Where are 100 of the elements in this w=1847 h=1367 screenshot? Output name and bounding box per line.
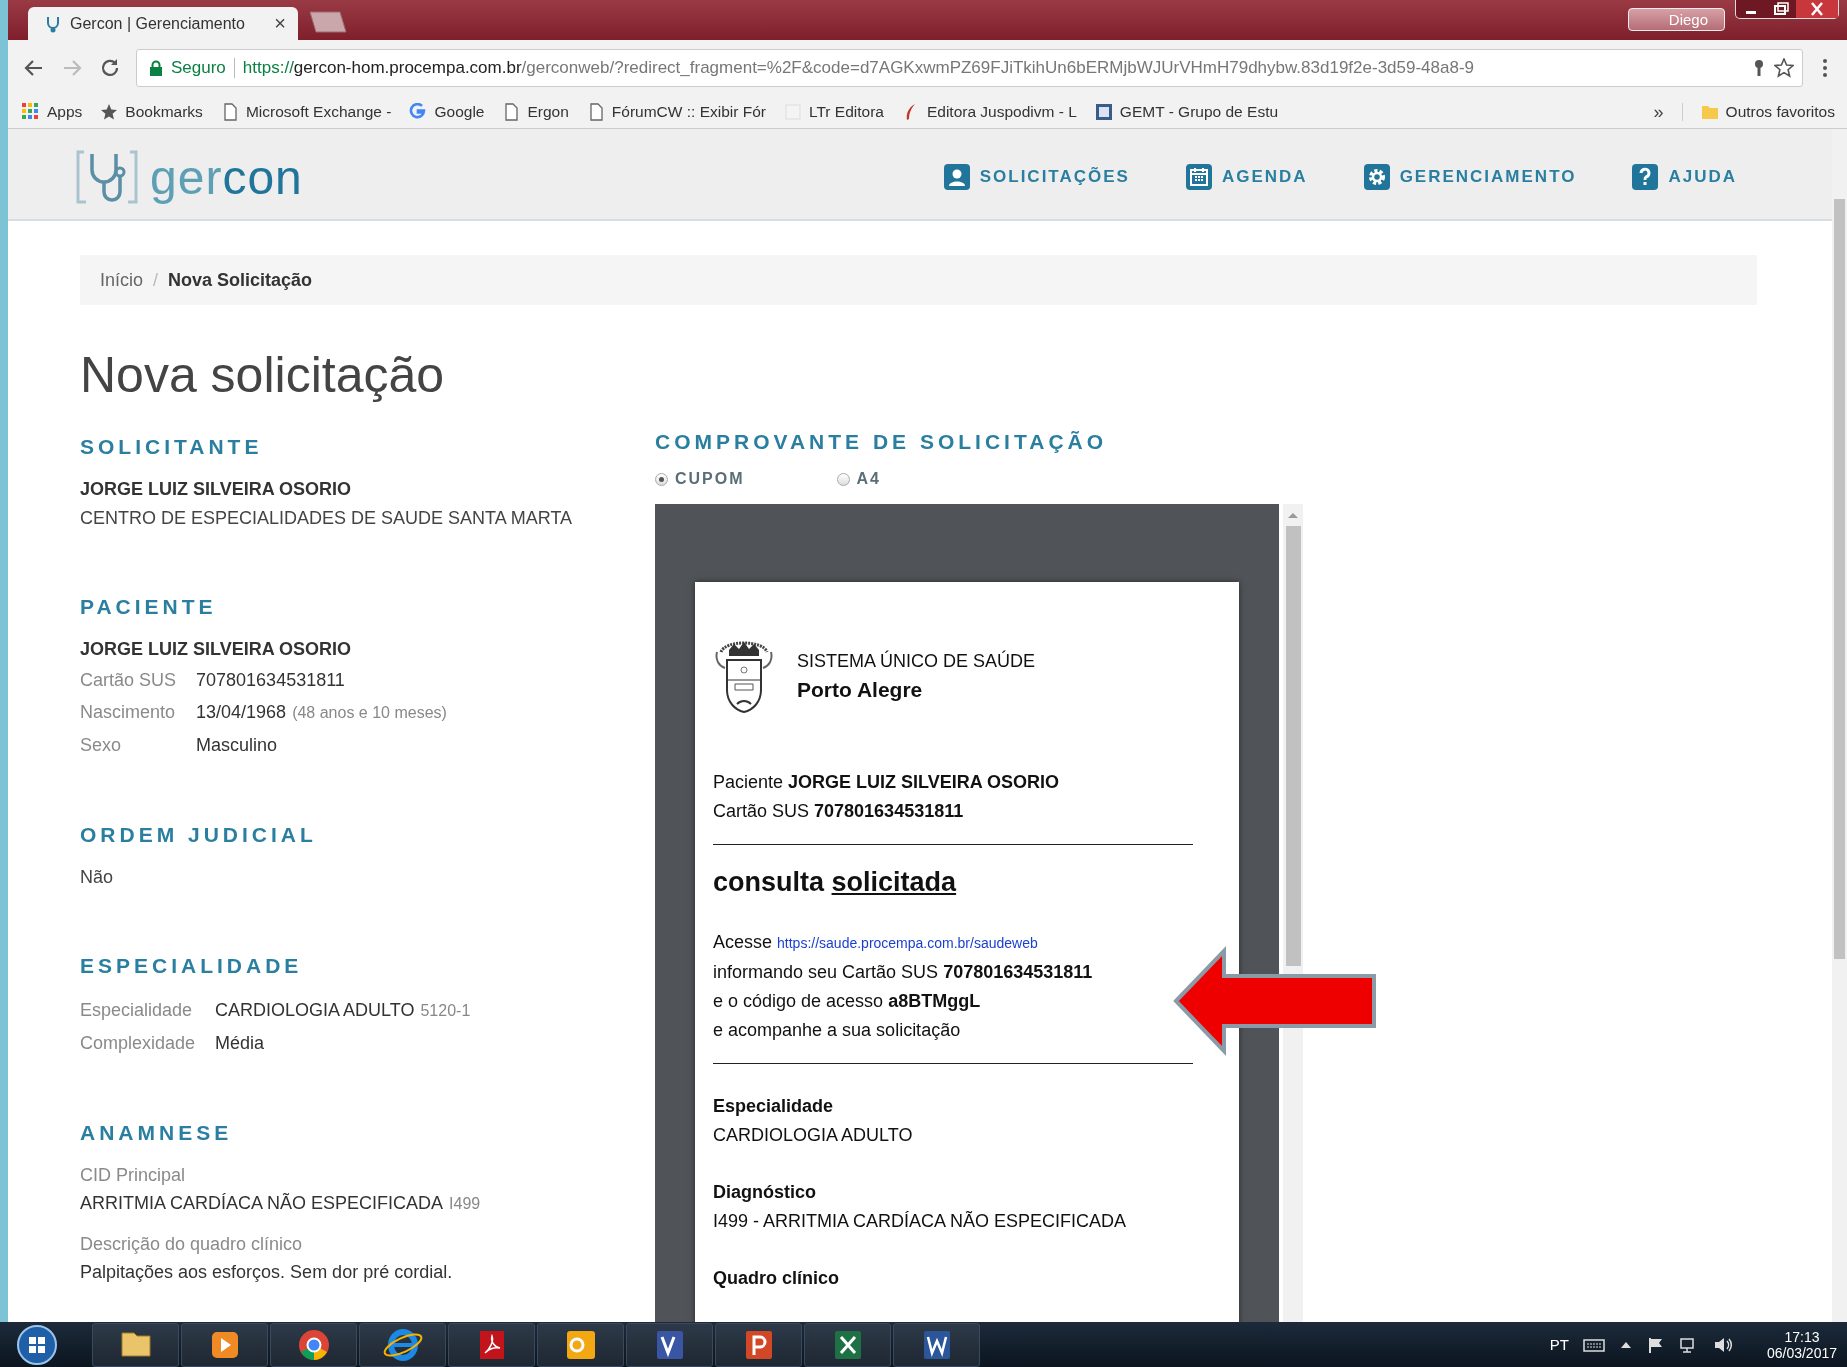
bookmark-item[interactable]: Google (409, 103, 485, 121)
field-value: 13/04/1968 (196, 702, 287, 722)
field-value: 707801634531811 (196, 670, 345, 690)
receipt-text: Cartão SUS 707801634531811 (713, 800, 965, 823)
bookmark-item[interactable]: Bookmarks (100, 103, 203, 121)
receipt-label: Diagnóstico (713, 1181, 817, 1204)
field-value: CARDIOLOGIA ADULTO (215, 1000, 415, 1020)
page-scrollbar[interactable] (1832, 129, 1847, 1322)
receipt-text: Acesse (713, 932, 773, 952)
field-label: Complexidade (80, 1032, 196, 1055)
field-note: 5120-1 (420, 1002, 471, 1019)
bookmark-item[interactable]: LTr Editora (784, 103, 884, 121)
folder-icon (1700, 103, 1719, 121)
section-heading: ORDEM JUDICIAL (80, 823, 318, 847)
logo-text[interactable]: gercon (150, 149, 303, 205)
keyboard-icon[interactable] (1582, 1336, 1605, 1353)
breadcrumb-separator: / (153, 269, 159, 291)
format-radio[interactable]: CUPOM (655, 470, 745, 488)
key-icon[interactable] (1752, 59, 1766, 77)
section-heading: ESPECIALIDADE (80, 954, 304, 978)
bookmark-item[interactable]: GEMT - Grupo de Estu (1094, 103, 1279, 121)
flag-icon[interactable] (1646, 1335, 1665, 1354)
bookmark-folder[interactable]: Outros favoritos (1700, 103, 1835, 121)
close-icon[interactable]: × (274, 12, 286, 35)
speaker-icon[interactable] (1712, 1335, 1733, 1354)
field-note: I499 (449, 1195, 481, 1212)
section-heading: COMPROVANTE DE SOLICITAÇÃO (655, 430, 1109, 454)
star-icon[interactable] (1774, 58, 1794, 78)
user-icon (943, 164, 970, 190)
field-label: CID Principal (80, 1164, 187, 1187)
apps-grid-icon (22, 103, 40, 121)
field-value: ARRITMIA CARDÍACA NÃO ESPECIFICADA (80, 1193, 444, 1213)
settings-icon (1363, 164, 1390, 190)
taskbar-button[interactable] (715, 1322, 802, 1367)
bookmark-item[interactable]: Apps (22, 103, 83, 121)
tab-title: Gercon | Gerenciamento (70, 14, 246, 33)
section-heading: ANAMNESE (80, 1121, 234, 1145)
clock-date[interactable]: 06/03/2017 (1766, 1344, 1837, 1361)
taskbar-button[interactable] (270, 1322, 357, 1367)
receipt-label: Quadro clínico (713, 1267, 841, 1290)
receipt-text: CARDIOLOGIA ADULTO (713, 1124, 914, 1147)
help-icon (1632, 164, 1659, 190)
field-label: Nascimento (80, 701, 177, 724)
info-text: JORGE LUIZ SILVEIRA OSORIO (80, 638, 353, 661)
field-label: Especialidade (80, 999, 194, 1022)
field-value: Masculino (196, 735, 278, 755)
taskbar-button[interactable] (181, 1322, 268, 1367)
site-icon (1094, 103, 1113, 121)
lock-icon (149, 60, 163, 76)
language-indicator[interactable]: PT (1549, 1336, 1569, 1353)
bookmark-item[interactable]: Editora Juspodivm - L (901, 103, 1077, 121)
clock-time[interactable]: 17:13 (1784, 1328, 1820, 1345)
field-label: Descrição do quadro clínico (80, 1233, 304, 1256)
field-value: Palpitações aos esforços. Sem dor pré cordial. (80, 1262, 453, 1282)
stethoscope-icon (44, 14, 62, 33)
section-heading: SOLICITANTE (80, 435, 264, 459)
taskbar-button[interactable] (537, 1322, 624, 1367)
receipt-text: e acompanhe a sua solicitação (713, 1019, 962, 1042)
receipt-label: Especialidade (713, 1095, 835, 1118)
info-text: CENTRO DE ESPECIALIDADES DE SAUDE SANTA MARTA (80, 507, 574, 530)
taskbar-button[interactable] (626, 1322, 713, 1367)
breadcrumb-link[interactable]: Início (100, 269, 144, 291)
calendar-icon (1185, 164, 1212, 190)
receipt-header: SISTEMA ÚNICO DE SAÚDE (797, 650, 1036, 672)
nav-link[interactable]: AJUDA (1632, 164, 1737, 190)
section-heading: PACIENTE (80, 595, 218, 619)
info-text: Não (80, 866, 115, 889)
google-icon (409, 103, 428, 121)
bookmark-item[interactable]: Microsoft Exchange - (220, 103, 392, 121)
page-icon (502, 103, 521, 121)
page-title: Nova solicitação (80, 346, 446, 405)
address-field[interactable]: Seguro https://gercon-hom.procempa.com.br/gerconweb/?redirect_fragment=%2F&code=d7AGKxwmPZ69FJiTkihUn6bERMjbWJUrVHmH79dhybw.83d19f2e-3d59-48a8-9 (136, 49, 1803, 87)
receipt-text: I499 - ARRITMIA CARDÍACA NÃO ESPECIFICADA (713, 1210, 1128, 1233)
receipt-text: Paciente JORGE LUIZ SILVEIRA OSORIO (713, 771, 1061, 794)
bookmark-item[interactable]: Ergon (502, 103, 569, 121)
secure-label: Seguro (171, 58, 226, 78)
receipt-text: informando seu Cartão SUS 707801634531811 (713, 961, 1094, 984)
field-value: Média (215, 1033, 265, 1053)
bookmark-item[interactable]: FórumCW :: Exibir Fór (586, 103, 766, 121)
breadcrumb-link[interactable]: Nova Solicitação (168, 269, 313, 291)
field-label: Cartão SUS (80, 669, 177, 692)
field-note: (48 anos e 10 meses) (292, 704, 447, 721)
format-radio[interactable]: A4 (836, 470, 881, 488)
taskbar-button[interactable] (359, 1322, 446, 1367)
receipt-city: Porto Alegre (797, 677, 924, 702)
info-text: JORGE LUIZ SILVEIRA OSORIO (80, 478, 353, 501)
more-bookmarks-button[interactable]: » (1653, 101, 1664, 123)
field-label: Sexo (80, 734, 123, 757)
browser-tab[interactable]: Gercon | Gerenciamento × (28, 7, 298, 40)
nav-link[interactable]: SOLICITAÇÕES (943, 164, 1130, 190)
taskbar-button[interactable] (893, 1322, 980, 1367)
nav-link[interactable]: GERENCIAMENTO (1363, 164, 1577, 190)
receipt-title: consulta solicitada (713, 867, 958, 898)
receipt-text: e o código de acesso a8BTMggL (713, 990, 982, 1013)
preview-scrollbar[interactable] (1283, 504, 1303, 1322)
close-icon[interactable] (1796, 0, 1838, 18)
nav-link[interactable]: AGENDA (1185, 164, 1308, 190)
taskbar-button[interactable] (804, 1322, 891, 1367)
receipt-link[interactable]: https://saude.procempa.com.br/saudeweb (777, 935, 1038, 951)
taskbar-button[interactable] (92, 1322, 179, 1367)
